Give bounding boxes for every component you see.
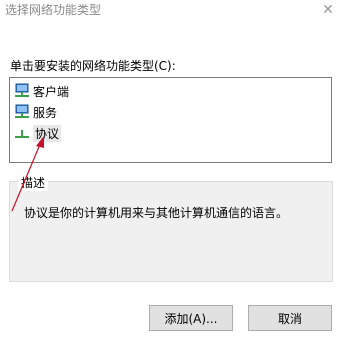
feature-type-prompt: 单击要安装的网络功能类型(C): [10, 59, 176, 73]
select-network-feature-type-dialog: 选择网络功能类型 ✕ 单击要安装的网络功能类型(C): 客户端 服务 协议 描述… [0, 0, 341, 351]
close-icon[interactable]: ✕ [315, 0, 341, 20]
list-item-label: 客户端 [33, 84, 70, 99]
protocol-network-icon [14, 125, 30, 141]
annotation-arrow [11, 136, 44, 212]
add-button[interactable]: 添加(A)... [149, 305, 233, 331]
window-title: 选择网络功能类型 [5, 3, 102, 17]
feature-type-list[interactable]: 客户端 服务 协议 [9, 77, 332, 163]
list-item-label: 协议 [33, 124, 62, 142]
list-item-protocol[interactable]: 协议 [14, 124, 62, 142]
list-item-service[interactable]: 服务 [14, 103, 57, 121]
client-network-icon [14, 83, 30, 99]
description-group: 描述 协议是你的计算机用来与其他计算机通信的语言。 [9, 174, 333, 282]
list-item-client[interactable]: 客户端 [14, 82, 69, 100]
title-bar: 选择网络功能类型 ✕ [0, 0, 341, 26]
description-legend: 描述 [18, 174, 49, 191]
cancel-button[interactable]: 取消 [248, 305, 332, 331]
description-text: 协议是你的计算机用来与其他计算机通信的语言。 [24, 206, 289, 220]
list-item-label: 服务 [33, 105, 58, 120]
service-network-icon [14, 104, 30, 120]
